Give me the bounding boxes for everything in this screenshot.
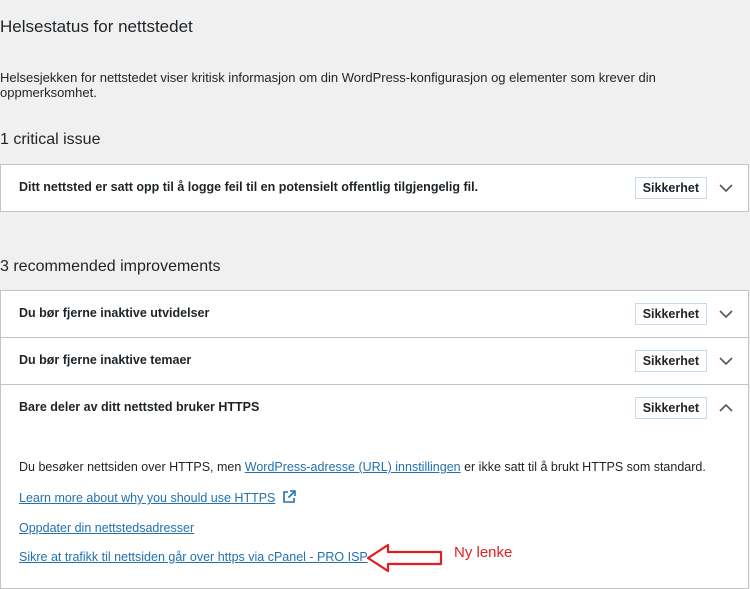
issue-label: Ditt nettsted er satt opp til å logge fe… [19, 180, 479, 194]
external-link-icon [282, 490, 296, 507]
https-description: Du besøker nettsiden over HTTPS, men Wor… [19, 460, 706, 474]
annotation-label: Ny lenke [454, 544, 513, 561]
learn-more-line: Learn more about why you should use HTTP… [19, 490, 296, 507]
annotation-arrow-icon [366, 543, 443, 573]
wordpress-address-link[interactable]: WordPress-adresse (URL) innstillingen [245, 460, 461, 474]
security-badge: Sikkerhet [634, 397, 707, 419]
update-site-address-link[interactable]: Oppdater din nettstedsadresser [19, 521, 194, 535]
chevron-down-icon[interactable] [718, 353, 734, 369]
critical-issues-heading: 1 critical issue [0, 131, 101, 148]
issue-row-inactive-themes[interactable]: Du bør fjerne inaktive temaer Sikkerhet [1, 338, 748, 385]
page-description: Helsesjekken for nettstedet viser kritis… [0, 70, 656, 100]
security-badge: Sikkerhet [634, 350, 707, 372]
critical-issues-list: Ditt nettsted er satt opp til å logge fe… [0, 164, 749, 212]
issue-row-inactive-plugins[interactable]: Du bør fjerne inaktive utvidelser Sikker… [1, 291, 748, 338]
security-badge: Sikkerhet [634, 177, 707, 199]
page-title: Helsestatus for nettstedet [0, 17, 193, 36]
chevron-down-icon[interactable] [718, 306, 734, 322]
security-badge: Sikkerhet [634, 303, 707, 325]
update-address-line: Oppdater din nettstedsadresser [19, 521, 194, 535]
recommended-improvements-heading: 3 recommended improvements [0, 258, 221, 275]
issue-label: Bare deler av ditt nettsted bruker HTTPS [19, 400, 260, 414]
issue-row-log-errors[interactable]: Ditt nettsted er satt opp til å logge fe… [1, 165, 748, 211]
chevron-down-icon[interactable] [718, 180, 734, 196]
https-description-start: Du besøker nettsiden over HTTPS, men [19, 460, 245, 474]
issue-header-https[interactable]: Bare deler av ditt nettsted bruker HTTPS… [1, 385, 748, 431]
issue-label: Du bør fjerne inaktive temaer [19, 353, 192, 367]
site-health-page: Helsestatus for nettstedet Helsesjekken … [0, 0, 750, 589]
cpanel-https-link[interactable]: Sikre at trafikk til nettsiden går over … [19, 550, 368, 564]
new-link-line: Sikre at trafikk til nettsiden går over … [19, 550, 368, 564]
chevron-up-icon[interactable] [718, 400, 734, 416]
issue-label: Du bør fjerne inaktive utvidelser [19, 306, 210, 320]
learn-more-https-link[interactable]: Learn more about why you should use HTTP… [19, 491, 275, 505]
https-description-end: er ikke satt til å brukt HTTPS som stand… [460, 460, 706, 474]
